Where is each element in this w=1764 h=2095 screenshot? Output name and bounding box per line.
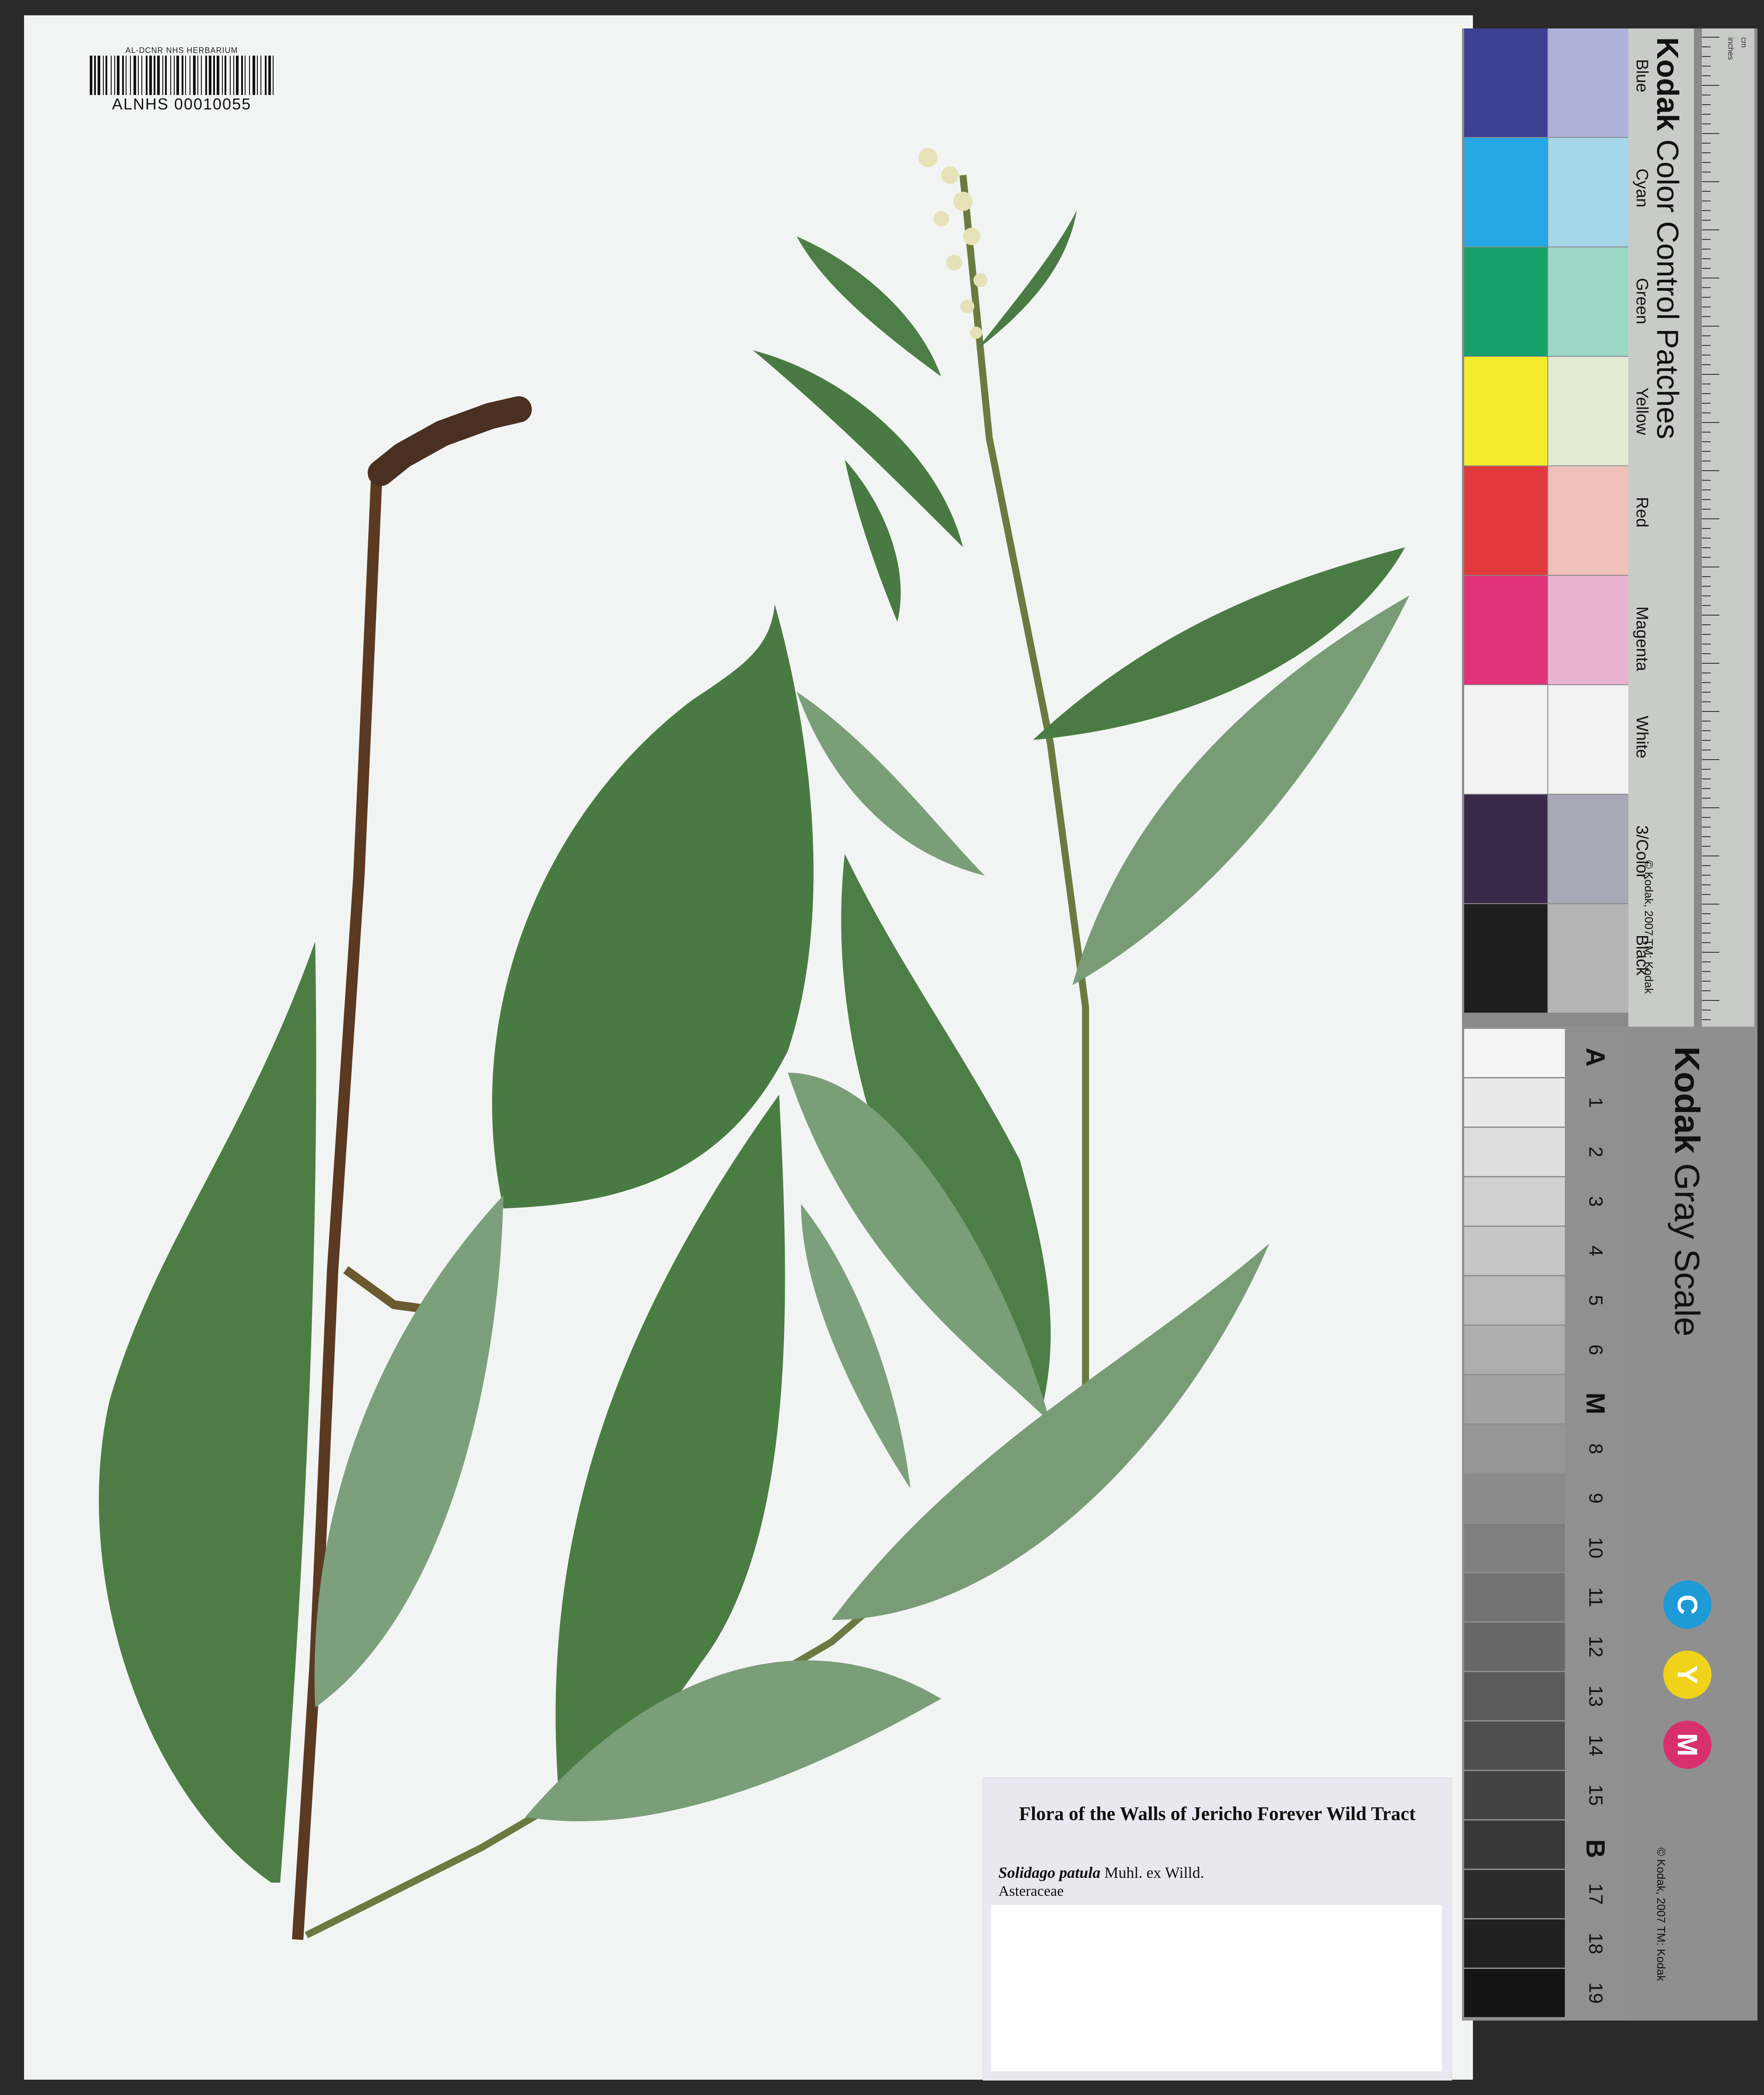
specimen-label: Flora of the Walls of Jericho Forever Wi… [983, 1778, 1452, 2081]
gray-step [1464, 1029, 1567, 1077]
patch-name: Blue [1633, 59, 1651, 93]
gray-step [1464, 1375, 1567, 1423]
ruler-ticks: inches cm [1702, 37, 1748, 1020]
label-blank-area [991, 1905, 1442, 2071]
gray-step-label: 4 [1585, 1245, 1606, 1257]
gray-step-label: 14 [1585, 1735, 1606, 1757]
gray-step-label: 10 [1585, 1537, 1606, 1559]
gray-card-heading: Kodak Gray Scale [1667, 1046, 1707, 1336]
gray-card-brand: Kodak [1668, 1046, 1707, 1154]
color-patch-light [1548, 576, 1631, 684]
color-patch-light [1548, 466, 1631, 575]
patch-name: Magenta [1633, 606, 1651, 671]
patch-name: Red [1633, 497, 1651, 528]
leaf [314, 1195, 503, 1708]
gray-step-label: 3 [1585, 1196, 1606, 1207]
gray-step [1464, 1573, 1567, 1621]
species-name: Solidago patula [998, 1864, 1101, 1881]
gray-step [1464, 1820, 1567, 1869]
gray-step [1464, 1128, 1567, 1176]
gray-card-title: Gray Scale [1668, 1163, 1707, 1337]
leaf [845, 460, 901, 622]
gray-step-label: 9 [1585, 1493, 1606, 1504]
color-patch-dark [1464, 904, 1547, 1013]
color-patch-dark [1464, 685, 1547, 794]
gray-step-label: 15 [1585, 1784, 1606, 1806]
gray-step-label: 5 [1585, 1295, 1606, 1306]
gray-step-label: A [1581, 1047, 1610, 1067]
color-patch-dark [1464, 466, 1547, 575]
color-patch-light [1548, 685, 1631, 794]
gray-step-label: B [1581, 1839, 1610, 1859]
patch-name: White [1633, 716, 1651, 759]
cym-mark: Y [1663, 1651, 1711, 1699]
gray-step [1464, 1425, 1567, 1473]
species-line: Solidago patula Muhl. ex Willd. [998, 1863, 1204, 1882]
gray-step-label: 17 [1585, 1883, 1606, 1905]
gray-step [1464, 1771, 1567, 1819]
gray-step-label: M [1581, 1392, 1610, 1415]
gray-step-label: 11 [1585, 1587, 1606, 1607]
gray-step-label: 2 [1585, 1146, 1606, 1158]
patch-name: Black [1633, 935, 1651, 975]
patch-name: 3/Color [1633, 825, 1651, 879]
color-patch-light [1548, 904, 1631, 1013]
ruler-unit-label: inches [1726, 37, 1735, 60]
gray-step [1464, 1623, 1567, 1671]
gray-step-label: 12 [1585, 1636, 1606, 1658]
ruler-unit-label: cm [1739, 37, 1748, 48]
gray-step [1464, 1227, 1567, 1275]
species-authority: Muhl. ex Willd. [1104, 1864, 1204, 1881]
gray-step [1464, 1524, 1567, 1572]
color-patch-light [1548, 28, 1631, 137]
color-patch-light [1548, 138, 1631, 246]
gray-step [1464, 1078, 1567, 1127]
gray-step [1464, 1276, 1567, 1324]
gray-step [1464, 1870, 1567, 1918]
cym-mark: C [1663, 1581, 1711, 1629]
cym-mark: M [1663, 1721, 1711, 1769]
color-card-brand: Kodak [1651, 37, 1685, 131]
gray-step [1464, 1672, 1567, 1720]
rhizome [368, 396, 532, 486]
patch-name: Cyan [1633, 169, 1651, 208]
patch-name: Green [1633, 278, 1651, 324]
patch-name: Yellow [1633, 387, 1651, 435]
leaf [976, 210, 1077, 350]
gray-step-label: 13 [1585, 1685, 1606, 1707]
color-patch-dark [1464, 247, 1547, 356]
leaf [797, 236, 941, 377]
color-patch-light [1548, 357, 1631, 465]
gray-step-label: 19 [1585, 1982, 1606, 2004]
leaf [797, 692, 985, 876]
gray-step [1464, 1326, 1567, 1374]
gray-step [1464, 1969, 1567, 2017]
ruler: inches cm [1702, 28, 1754, 1027]
gray-step [1464, 1919, 1567, 1968]
gray-step [1464, 1474, 1567, 1522]
gray-step-label: 6 [1585, 1344, 1606, 1356]
gray-step-label: 8 [1585, 1443, 1606, 1454]
color-patch-light [1548, 247, 1631, 356]
gray-step [1464, 1177, 1567, 1225]
color-patch-dark [1464, 795, 1547, 903]
color-patch-dark [1464, 138, 1547, 246]
label-title: Flora of the Walls of Jericho Forever Wi… [1019, 1803, 1416, 1824]
gray-step-label: 18 [1585, 1933, 1606, 1954]
leaf [753, 350, 963, 547]
gray-scale-number-strip [1565, 1027, 1626, 2021]
leaf [98, 941, 316, 1883]
family-name: Asteraceae [998, 1883, 1064, 1899]
color-patch-light [1548, 795, 1631, 903]
color-patch-dark [1464, 28, 1547, 137]
color-card-title: Color Control Patches [1651, 139, 1685, 440]
gray-step [1464, 1722, 1567, 1770]
gray-card-copyright: © Kodak, 2007 TM: Kodak [1655, 1848, 1668, 1981]
color-patch-dark [1464, 357, 1547, 465]
color-card-label-strip: Kodak Color Control Patches © Kodak, 200… [1628, 28, 1694, 1027]
color-patch-dark [1464, 576, 1547, 684]
gray-step-label: 1 [1585, 1097, 1606, 1108]
